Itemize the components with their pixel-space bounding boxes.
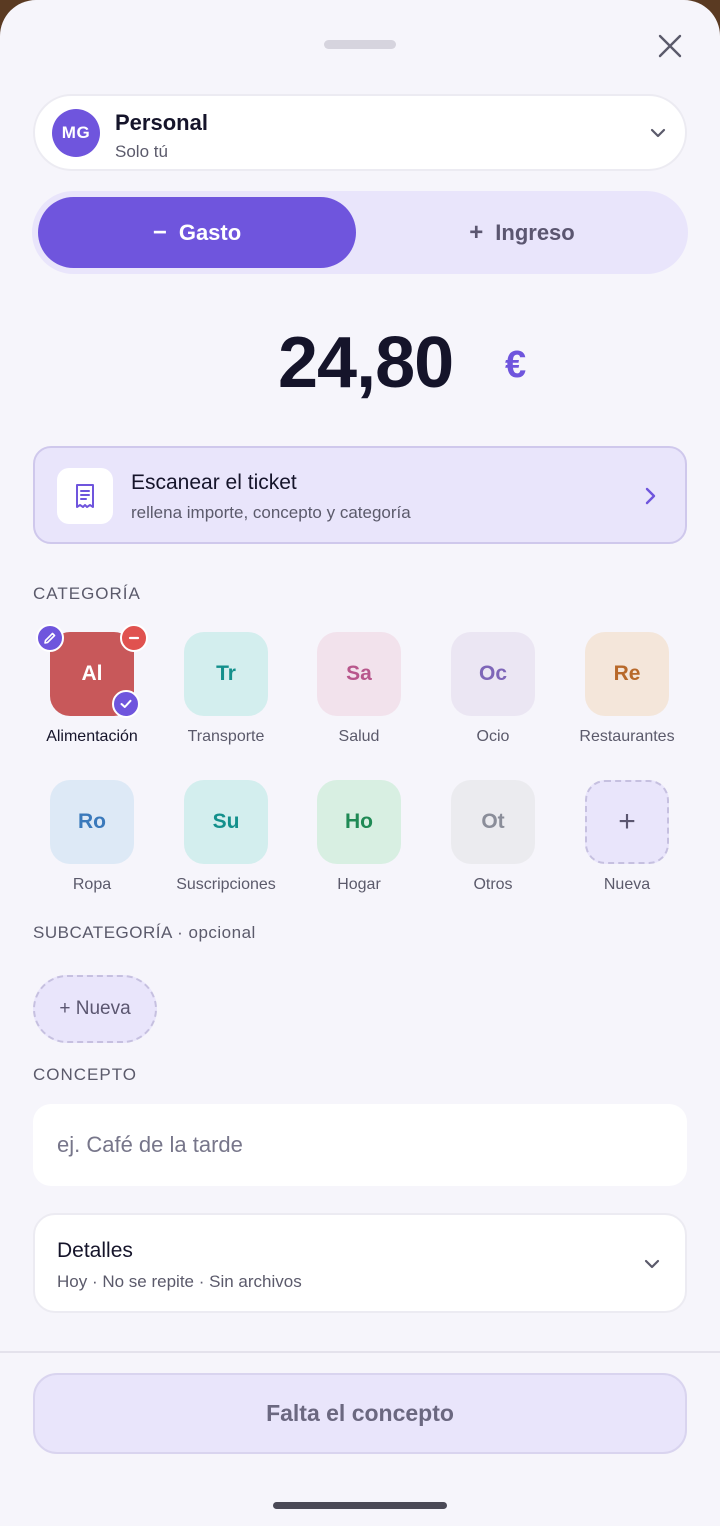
category-item-restaurantes[interactable]: Re Restaurantes [557, 632, 697, 746]
category-item-salud[interactable]: Sa Salud [289, 632, 429, 746]
category-abbr: Ho [345, 810, 373, 833]
new-subcategory-button[interactable]: + Nueva [33, 975, 157, 1043]
category-label: Transporte [187, 728, 265, 745]
scan-title: Escanear el ticket [131, 471, 297, 494]
category-label: Hogar [337, 876, 381, 893]
bottom-sheet: MG Personal Solo tú − Gasto + Ingreso 24… [0, 0, 720, 1526]
scan-subtitle: rellena importe, concepto y categoría [131, 503, 411, 522]
amount-value[interactable]: 24,80 [278, 322, 454, 404]
category-section-label: CATEGORÍA [33, 584, 141, 603]
income-tab[interactable]: + Ingreso [362, 197, 682, 268]
category-tile: Sa [317, 632, 401, 716]
category-label: Alimentación [46, 728, 138, 745]
new-category-label: Nueva [603, 876, 651, 893]
category-tile: Ro [50, 780, 134, 864]
category-item-alimentación[interactable]: Al Alimentación [22, 624, 162, 746]
sheet-grabber[interactable] [324, 40, 396, 49]
concept-section-label: CONCEPTO [33, 1065, 138, 1084]
avatar: MG [52, 109, 100, 157]
chevron-right-icon [645, 487, 656, 505]
category-tile: Oc [451, 632, 535, 716]
new-category-button[interactable]: + Nueva [557, 780, 697, 894]
close-button[interactable] [650, 26, 690, 66]
account-name: Personal [115, 110, 208, 135]
details-expander[interactable]: Detalles Hoy · No se repite · Sin archiv… [33, 1213, 687, 1313]
amount-display: 24,80 € [0, 318, 720, 408]
category-abbr: Su [212, 810, 240, 833]
category-label: Salud [338, 728, 380, 745]
income-label: Ingreso [495, 219, 575, 245]
account-selector[interactable]: MG Personal Solo tú [33, 94, 687, 171]
category-item-hogar[interactable]: Ho Hogar [289, 780, 429, 894]
type-toggle: − Gasto + Ingreso [32, 191, 688, 274]
category-item-transporte[interactable]: Tr Transporte [156, 632, 296, 746]
category-label: Otros [473, 876, 513, 893]
footer-divider [0, 1351, 720, 1353]
category-abbr: Re [613, 662, 641, 685]
category-label: Restaurantes [579, 728, 675, 745]
category-abbr: Ro [78, 810, 106, 833]
plus-icon: + [469, 218, 484, 246]
chevron-down-icon [644, 1259, 660, 1269]
subcategory-section-label: SUBCATEGORÍA · opcional [33, 923, 256, 942]
category-item-otros[interactable]: Ot Otros [423, 780, 563, 894]
submit-button[interactable]: Falta el concepto [33, 1373, 687, 1454]
check-icon [112, 690, 140, 718]
home-indicator[interactable] [273, 1502, 447, 1509]
details-subtitle: Hoy · No se repite · Sin archivos [57, 1272, 302, 1291]
expense-label: Gasto [178, 219, 242, 245]
category-tile: Re [585, 632, 669, 716]
scan-ticket-button[interactable]: Escanear el ticket rellena importe, conc… [33, 446, 687, 544]
category-label: Ropa [72, 876, 112, 893]
details-title: Detalles [57, 1239, 133, 1262]
receipt-icon [57, 468, 113, 524]
category-item-ropa[interactable]: Ro Ropa [22, 780, 162, 894]
currency-symbol: € [505, 344, 527, 386]
category-tile: Tr [184, 632, 268, 716]
close-icon [658, 34, 682, 58]
account-subtitle: Solo tú [115, 142, 168, 161]
category-abbr: Tr [216, 662, 236, 685]
category-abbr: Al [81, 662, 103, 685]
plus-icon: + [585, 780, 669, 864]
category-abbr: Ot [481, 810, 505, 833]
category-tile: Ot [451, 780, 535, 864]
category-label: Suscripciones [176, 876, 276, 893]
expense-tab[interactable]: − Gasto [38, 197, 356, 268]
concept-input[interactable] [33, 1104, 687, 1186]
category-tile: Ho [317, 780, 401, 864]
remove-icon[interactable] [120, 624, 148, 652]
pencil-icon[interactable] [36, 624, 64, 652]
chevron-down-icon [650, 128, 666, 138]
category-item-ocio[interactable]: Oc Ocio [423, 632, 563, 746]
category-abbr: Sa [346, 662, 372, 685]
minus-icon: − [152, 218, 167, 246]
category-item-suscripciones[interactable]: Su Suscripciones [156, 780, 296, 894]
category-abbr: Oc [478, 662, 507, 685]
category-tile: Su [184, 780, 268, 864]
category-label: Ocio [476, 728, 510, 745]
category-tile: Al [36, 624, 148, 718]
